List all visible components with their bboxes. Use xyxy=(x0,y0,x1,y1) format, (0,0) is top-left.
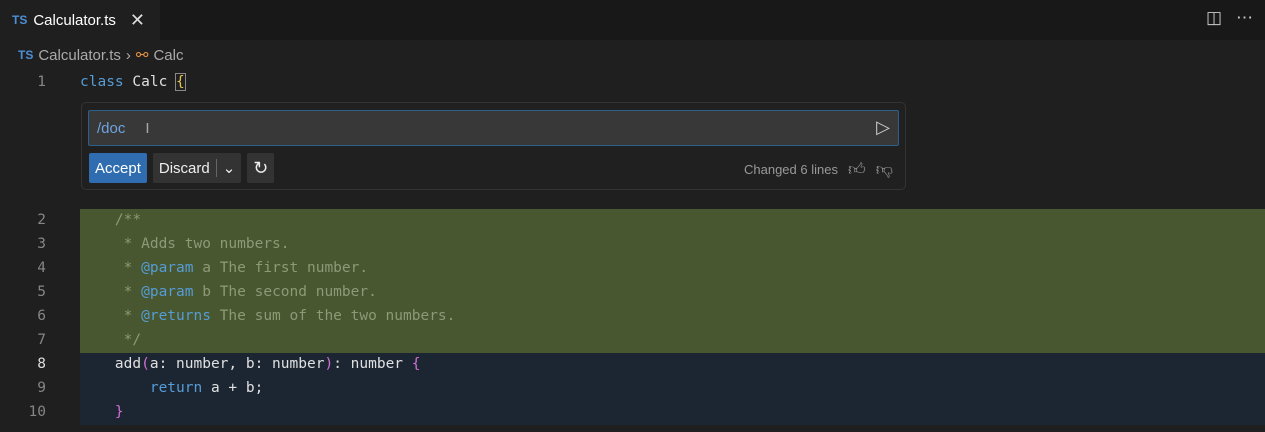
chat-input[interactable]: /doc I ▷ xyxy=(88,110,899,146)
code-line[interactable]: 2 /** xyxy=(0,208,1265,232)
breadcrumb-file[interactable]: Calculator.ts xyxy=(38,47,121,64)
split-editor-icon[interactable]: ◫ xyxy=(1206,8,1222,28)
inline-chat-widget: /doc I ▷ Accept Discard ⌄ ↻ Changed 6 line… xyxy=(81,102,906,190)
chevron-down-icon[interactable]: ⌄ xyxy=(215,159,235,177)
code-line[interactable]: 10 } xyxy=(0,400,1265,424)
thumbs-up-icon[interactable]: 👍︎ xyxy=(848,159,866,180)
code-line[interactable]: 3 * Adds two numbers. xyxy=(0,232,1265,256)
discard-button[interactable]: Discard ⌄ xyxy=(152,153,242,183)
breadcrumb-symbol[interactable]: Calc xyxy=(153,47,183,64)
typescript-icon: TS xyxy=(12,13,28,27)
typescript-icon: TS xyxy=(18,48,34,62)
tab-calculator-ts[interactable]: TS Calculator.ts ✕ xyxy=(0,0,160,40)
code-line[interactable]: 9 return a + b; xyxy=(0,376,1265,400)
tab-bar: TS Calculator.ts ✕ ◫ ⋯ xyxy=(0,0,1265,40)
code-line[interactable]: 4 * @param a The first number. xyxy=(0,256,1265,280)
code-line[interactable]: 1 class Calc { xyxy=(0,70,1265,94)
more-actions-icon[interactable]: ⋯ xyxy=(1236,8,1253,28)
close-icon[interactable]: ✕ xyxy=(130,10,145,31)
accept-button[interactable]: Accept xyxy=(89,153,147,183)
regenerate-button[interactable]: ↻ xyxy=(247,153,275,183)
class-symbol-icon: ⚯ xyxy=(135,47,149,64)
refresh-icon: ↻ xyxy=(253,157,269,178)
send-icon[interactable]: ▷ xyxy=(876,117,890,138)
code-line[interactable]: 8 add(a: number, b: number): number { xyxy=(0,352,1265,376)
breadcrumb: TS Calculator.ts › ⚯ Calc xyxy=(18,46,183,65)
chevron-right-icon: › xyxy=(125,46,131,64)
code-line[interactable]: 7 */ xyxy=(0,328,1265,352)
tab-title: Calculator.ts xyxy=(33,11,116,29)
status-text: Changed 6 lines xyxy=(744,162,838,177)
thumbs-down-icon[interactable]: 👎︎ xyxy=(876,159,893,180)
code-line[interactable]: 6 * @returns The sum of the two numbers. xyxy=(0,304,1265,328)
code-line[interactable]: 5 * @param b The second number. xyxy=(0,280,1265,304)
text-cursor-icon: I xyxy=(145,119,150,137)
